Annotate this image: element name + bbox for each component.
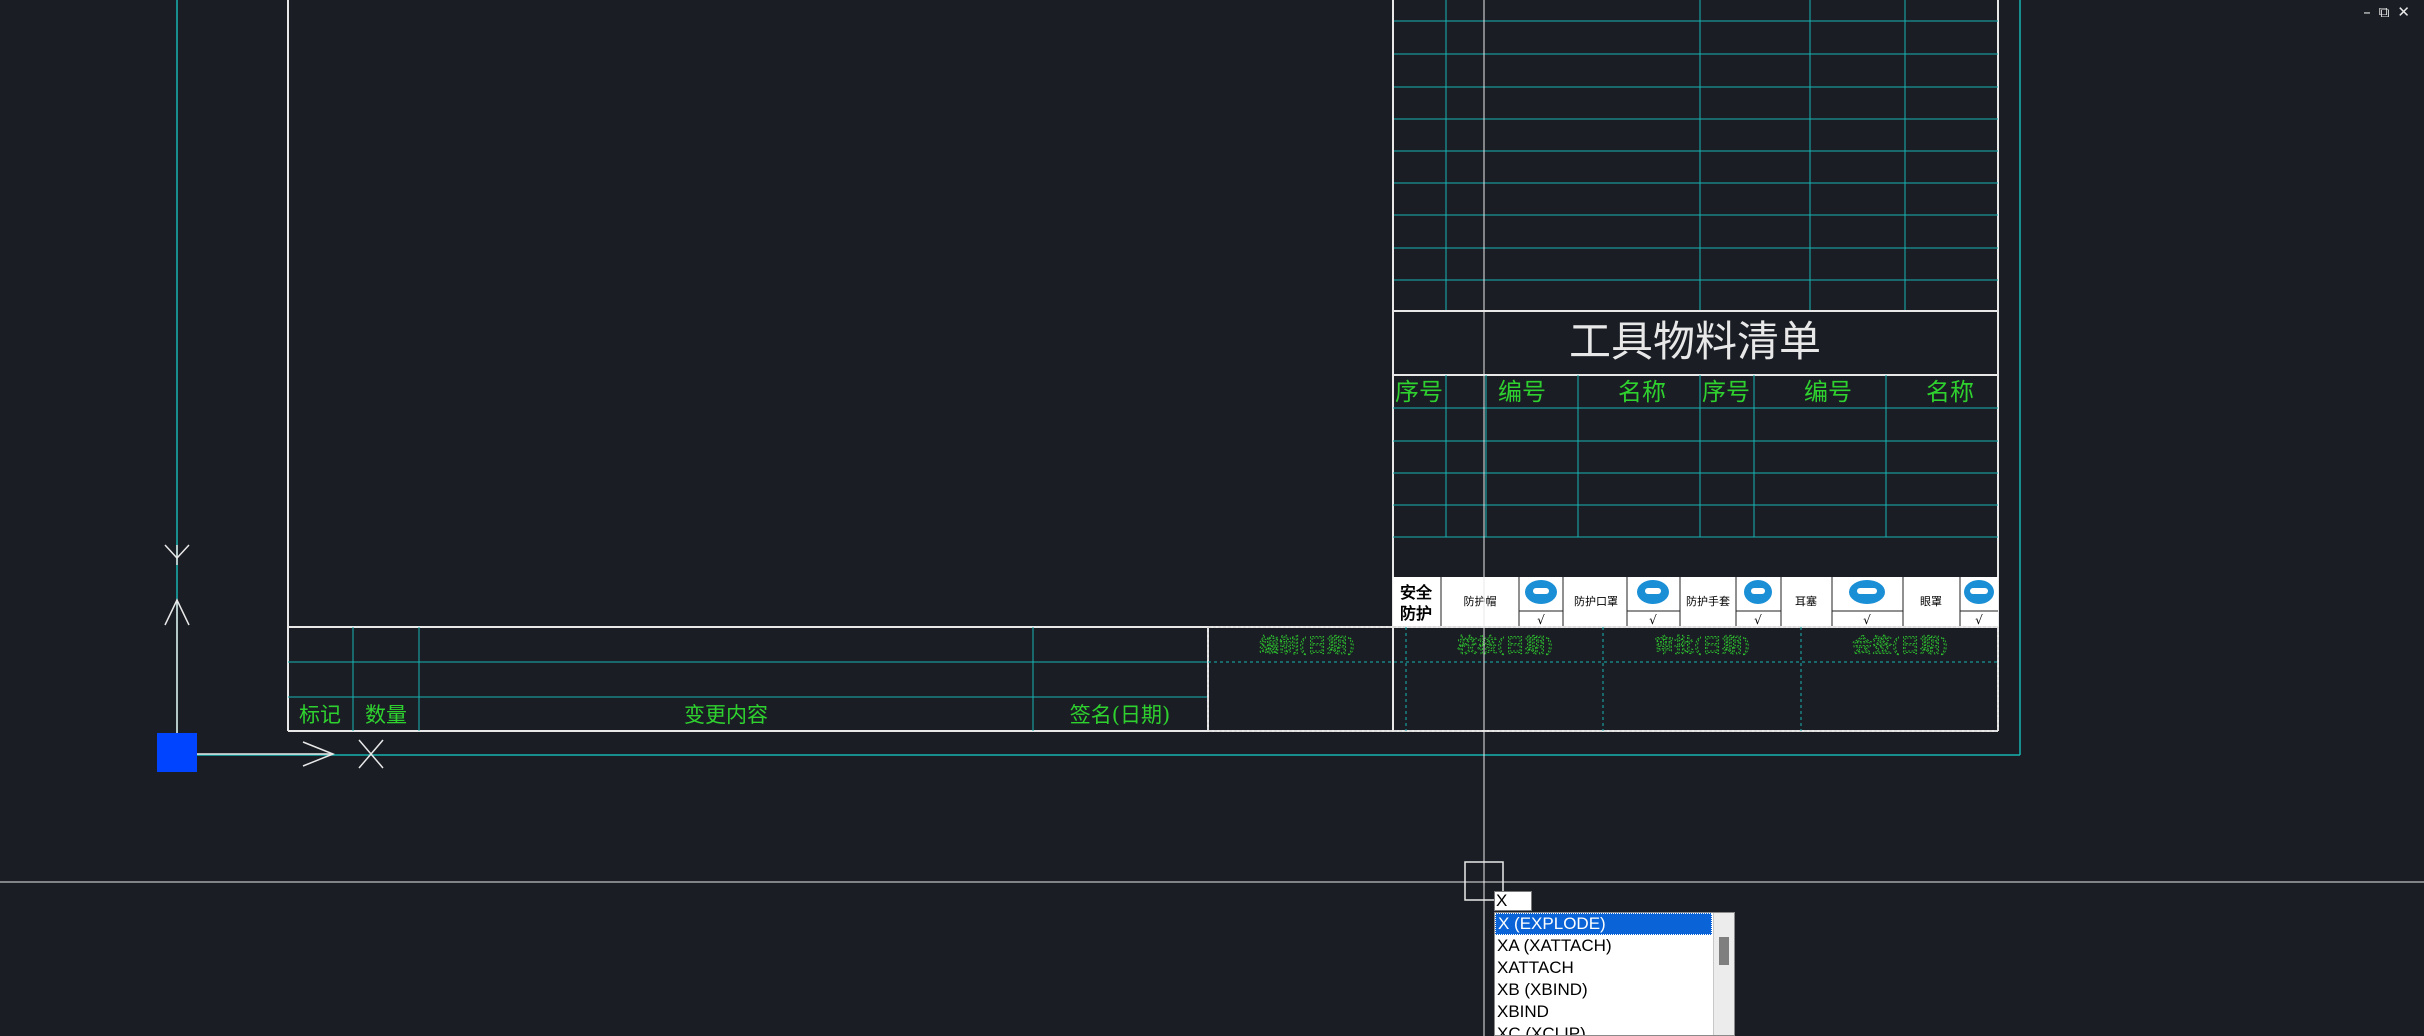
revision-header-signature: 签名(日期) (1070, 703, 1170, 727)
crosshair-cursor (0, 0, 2424, 1036)
signature-header-approve: 审批(日期) (1654, 633, 1750, 657)
check-earplugs: √ (1863, 613, 1871, 627)
safety-item-gloves: 防护手套 (1686, 594, 1730, 608)
check-gloves: √ (1754, 613, 1762, 627)
signature-header-countersign: 会签(日期) (1852, 633, 1948, 657)
autocomplete-item[interactable]: XB (XBIND) (1495, 979, 1712, 1001)
revision-header-qty: 数量 (365, 703, 407, 727)
bom-title: 工具物料清单 (1569, 317, 1821, 366)
check-mask: √ (1649, 613, 1657, 627)
bom-header-code-2: 编号 (1804, 378, 1852, 406)
bom-header-name-1: 名称 (1618, 378, 1666, 406)
revision-header-mark: 标记 (299, 703, 341, 727)
bom-header-index-1: 序号 (1395, 378, 1443, 406)
signature-header-author: 编制(日期) (1259, 633, 1355, 657)
check-goggles: √ (1975, 613, 1983, 627)
safety-item-helmet: 防护帽 (1464, 594, 1497, 608)
restore-icon[interactable]: ⧉ (2379, 4, 2390, 20)
safety-label-2: 防护 (1400, 604, 1432, 623)
check-helmet: √ (1537, 613, 1545, 627)
close-icon[interactable]: ✕ (2397, 4, 2410, 20)
scrollbar-thumb[interactable] (1719, 937, 1729, 965)
window-controls: – ⧉ ✕ (2363, 4, 2410, 20)
autocomplete-item[interactable]: XATTACH (1495, 957, 1712, 979)
revision-header-content: 变更内容 (684, 703, 768, 727)
safety-item-goggles: 眼罩 (1920, 595, 1942, 608)
signature-header-check: 校核(日期) (1457, 633, 1553, 657)
safety-item-earplugs: 耳塞 (1795, 594, 1817, 608)
safety-label-1: 安全 (1400, 583, 1433, 602)
bom-header-index-2: 序号 (1702, 378, 1750, 406)
ucs-icon (157, 544, 384, 772)
safety-item-mask: 防护口罩 (1574, 594, 1618, 608)
bom-header-code-1: 编号 (1498, 378, 1546, 406)
dynamic-input-field[interactable]: X (1494, 891, 1532, 911)
autocomplete-scrollbar[interactable] (1713, 913, 1734, 1035)
drawing-canvas[interactable]: 工具物料清单 序号 编号 名称 序号 编号 名称 安全 防护 防护帽 防护口罩 … (0, 0, 2424, 1036)
bom-header-name-2: 名称 (1926, 378, 1974, 406)
autocomplete-item[interactable]: X (EXPLODE) (1495, 913, 1712, 935)
signature-table: 编制(日期) 校核(日期) 审批(日期) 会签(日期) (1207, 626, 1999, 732)
autocomplete-item[interactable]: XA (XATTACH) (1495, 935, 1712, 957)
autocomplete-item[interactable]: XBIND (1495, 1001, 1712, 1023)
command-autocomplete-list[interactable]: X (EXPLODE) XA (XATTACH) XATTACH XB (XBI… (1494, 912, 1735, 1036)
autocomplete-item[interactable]: XC (XCLIP) (1495, 1023, 1712, 1035)
minimize-icon[interactable]: – (2363, 4, 2371, 20)
